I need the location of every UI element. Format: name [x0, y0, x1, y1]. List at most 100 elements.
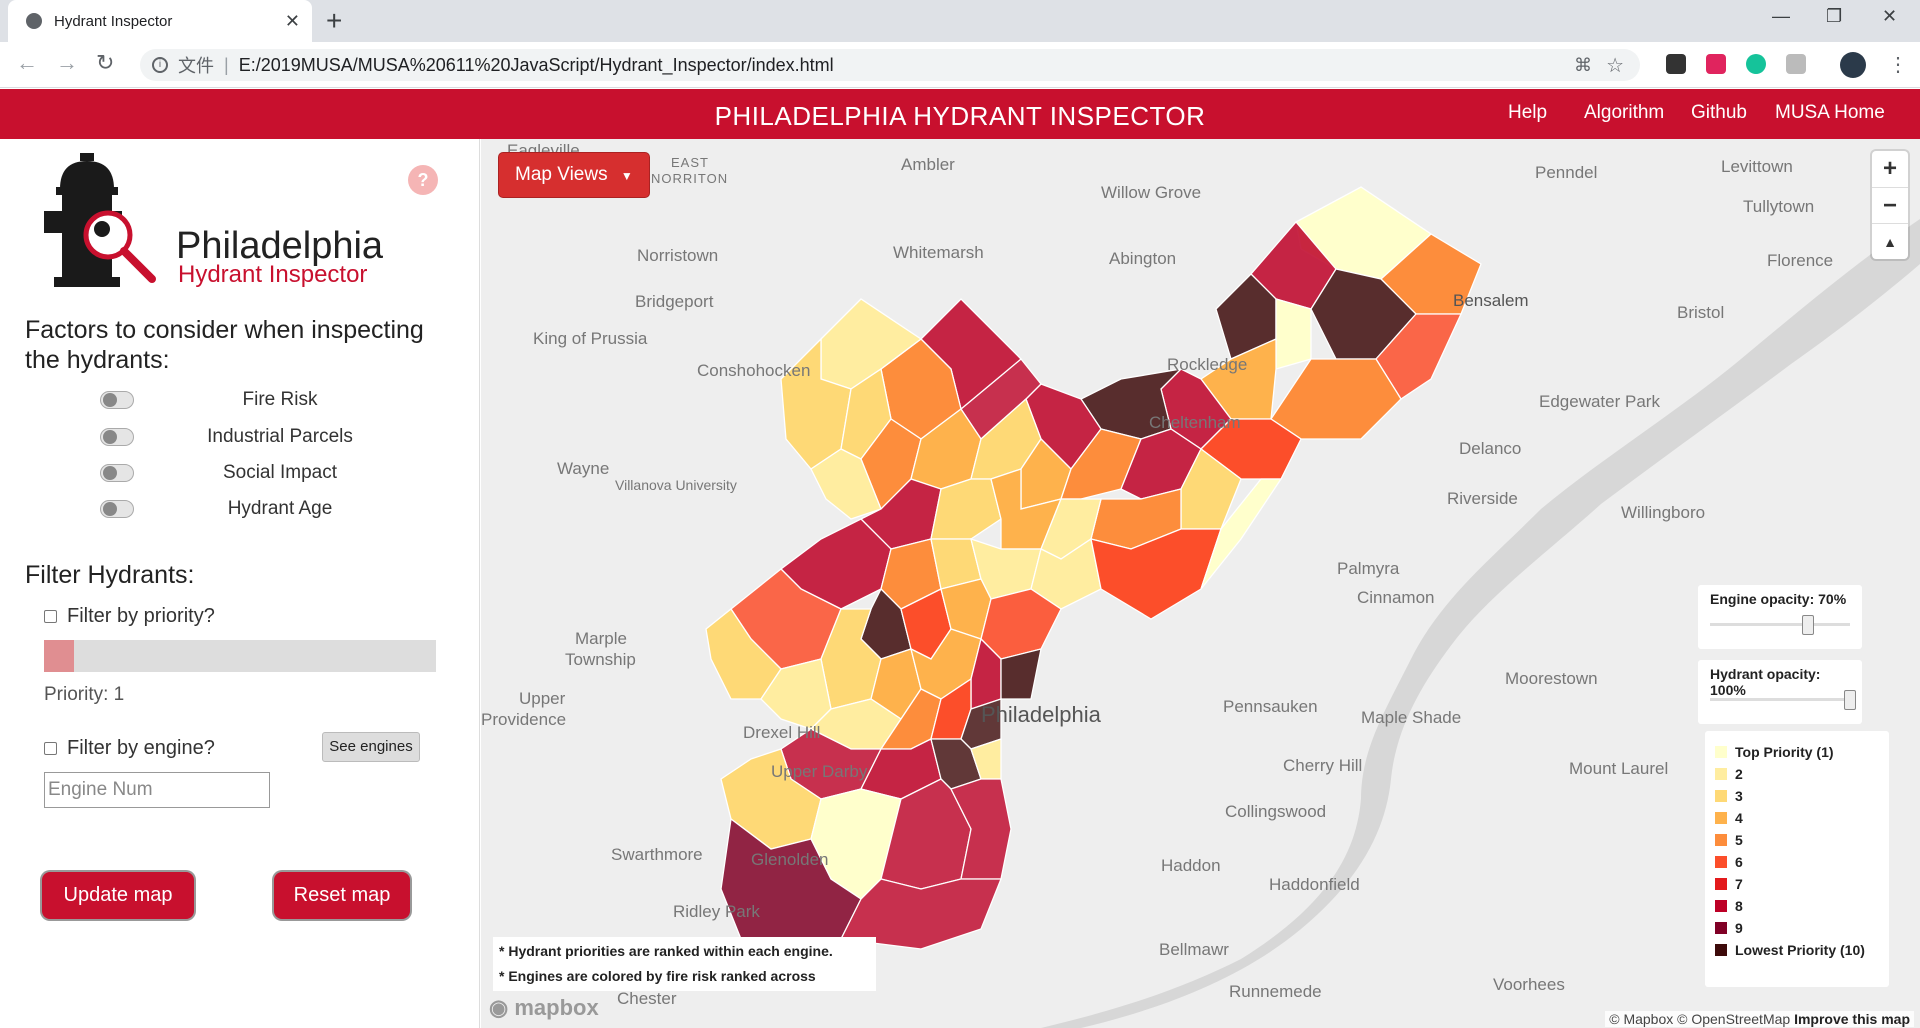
map-canvas[interactable]: Eagleville EAST NORRITON Ambler Penndel …	[481, 139, 1920, 1028]
place-label: Providence	[481, 710, 567, 729]
info-icon[interactable]: i	[152, 57, 168, 73]
new-tab-icon[interactable]: +	[326, 5, 342, 37]
extension-gray-icon[interactable]	[1786, 54, 1806, 74]
mapbox-logo[interactable]: ◉ mapbox	[489, 995, 599, 1021]
industrial-parcels-toggle[interactable]	[100, 428, 134, 446]
nav-help-link[interactable]: Help	[1508, 102, 1547, 124]
reset-map-button[interactable]: Reset map	[274, 872, 410, 919]
help-question-icon[interactable]: ?	[408, 165, 438, 195]
place-label: Bellmawr	[1159, 940, 1229, 959]
minimize-icon[interactable]: —	[1772, 6, 1790, 27]
filter-priority-checkbox[interactable]	[44, 610, 57, 623]
tab-title: Hydrant Inspector	[54, 12, 173, 30]
engine-number-input[interactable]: Engine Num	[44, 772, 270, 808]
legend-label: 4	[1735, 810, 1743, 826]
place-label: Pennsauken	[1223, 697, 1318, 716]
social-impact-toggle[interactable]	[100, 464, 134, 482]
engine-opacity-handle[interactable]	[1802, 615, 1814, 635]
browser-tab[interactable]: Hydrant Inspector ✕	[8, 0, 312, 42]
nav-musa-home-link[interactable]: MUSA Home	[1775, 102, 1885, 124]
place-label: Tullytown	[1743, 197, 1815, 216]
improve-map-link[interactable]: Improve this map	[1794, 1011, 1910, 1027]
legend-item: 8	[1715, 895, 1879, 917]
filter-heading: Filter Hydrants:	[25, 561, 195, 589]
place-label: Upper Darby	[771, 762, 868, 781]
nav-algorithm-link[interactable]: Algorithm	[1584, 102, 1664, 124]
factor-label: Hydrant Age	[227, 498, 333, 519]
engine-opacity-label: Engine opacity: 70%	[1710, 591, 1847, 607]
legend-item: Top Priority (1)	[1715, 741, 1879, 763]
compass-icon[interactable]: ▲	[1872, 223, 1908, 259]
engine-opacity-track[interactable]	[1710, 623, 1850, 626]
filter-engine-checkbox[interactable]	[44, 742, 57, 755]
place-label: Swarthmore	[611, 845, 703, 864]
place-label: NORRITON	[651, 171, 729, 186]
legend-swatch	[1715, 944, 1727, 956]
tab-close-icon[interactable]: ✕	[285, 11, 300, 32]
file-scheme-label: 文件	[178, 56, 214, 76]
address-bar[interactable]: i 文件 | E:/2019MUSA/MUSA%20611%20JavaScri…	[140, 49, 1640, 81]
hydrant-opacity-handle[interactable]	[1844, 690, 1856, 710]
forward-icon[interactable]: →	[56, 50, 78, 76]
place-label: Whitemarsh	[893, 243, 984, 262]
legend-swatch	[1715, 900, 1727, 912]
place-label: Ambler	[901, 155, 955, 174]
factor-label: Fire Risk	[242, 389, 318, 410]
grammarly-icon[interactable]	[1746, 54, 1766, 74]
map-views-dropdown[interactable]: Map Views ▼	[499, 153, 649, 197]
address-separator: |	[224, 54, 229, 75]
place-label: Glenolden	[751, 850, 829, 869]
priority-legend: Top Priority (1) 2 3 4 5 6 7 8 9 Lowest Priority …	[1705, 731, 1889, 987]
filter-priority-label: Filter by priority?	[67, 605, 215, 627]
filter-engine-row: Filter by engine?	[44, 737, 215, 760]
zoom-out-button[interactable]: −	[1872, 187, 1908, 223]
zoom-in-button[interactable]: +	[1872, 151, 1908, 187]
restore-icon[interactable]: ❐	[1826, 6, 1842, 27]
legend-item: 9	[1715, 917, 1879, 939]
priority-slider[interactable]	[44, 640, 436, 672]
extension-red-icon[interactable]	[1706, 54, 1726, 74]
place-label: Willow Grove	[1101, 183, 1202, 202]
place-label: Chester	[617, 989, 677, 1008]
place-label: Levittown	[1721, 157, 1793, 176]
nav-github-link[interactable]: Github	[1691, 102, 1747, 124]
profile-avatar[interactable]	[1840, 52, 1866, 78]
legend-label: 6	[1735, 854, 1743, 870]
legend-swatch	[1715, 768, 1727, 780]
hydrant-opacity-control: Hydrant opacity: 100%	[1698, 660, 1862, 724]
hydrant-opacity-label: Hydrant opacity: 100%	[1710, 666, 1821, 698]
priority-slider-handle[interactable]	[44, 640, 74, 672]
mapbox-logo-text: mapbox	[514, 995, 599, 1020]
extension-x-icon[interactable]	[1666, 54, 1686, 74]
translate-icon[interactable]: ⌘	[1574, 55, 1592, 76]
url-text[interactable]: E:/2019MUSA/MUSA%20611%20JavaScript/Hydr…	[239, 55, 834, 76]
see-engines-button[interactable]: See engines	[322, 732, 420, 762]
back-icon[interactable]: ←	[16, 50, 38, 76]
hydrant-age-toggle[interactable]	[100, 500, 134, 518]
note-line: * Engines are colored by fire risk ranke…	[499, 968, 816, 984]
engine-opacity-control: Engine opacity: 70%	[1698, 585, 1862, 649]
hydrant-opacity-track[interactable]	[1710, 698, 1850, 701]
factor-label: Social Impact	[222, 462, 338, 483]
browser-menu-icon[interactable]: ⋮	[1888, 52, 1908, 77]
map-attribution: © Mapbox © OpenStreetMap Improve this ma…	[1605, 1011, 1914, 1027]
place-label: Moorestown	[1505, 669, 1598, 688]
bookmark-star-icon[interactable]: ☆	[1606, 53, 1624, 78]
window-close-icon[interactable]: ✕	[1882, 6, 1897, 27]
place-label: Haddonfield	[1269, 875, 1360, 894]
factor-hydrant-age: Hydrant Age	[100, 496, 420, 522]
note-line: * Hydrant priorities are ranked within e…	[499, 943, 833, 959]
place-label: Drexel Hill	[743, 723, 821, 742]
legend-label: 7	[1735, 876, 1743, 892]
place-label: Collingswood	[1225, 802, 1327, 821]
place-label: Villanova University	[615, 477, 737, 493]
hydrant-logo-icon	[44, 153, 156, 287]
place-label: Willingboro	[1621, 503, 1706, 522]
fire-risk-toggle[interactable]	[100, 391, 134, 409]
update-map-button[interactable]: Update map	[42, 872, 194, 919]
attribution-text[interactable]: © Mapbox © OpenStreetMap	[1609, 1011, 1790, 1027]
place-label: Norristown	[637, 246, 719, 265]
factor-social-impact: Social Impact	[100, 460, 420, 486]
reload-icon[interactable]: ↻	[96, 50, 114, 76]
place-label: Delanco	[1459, 439, 1522, 458]
